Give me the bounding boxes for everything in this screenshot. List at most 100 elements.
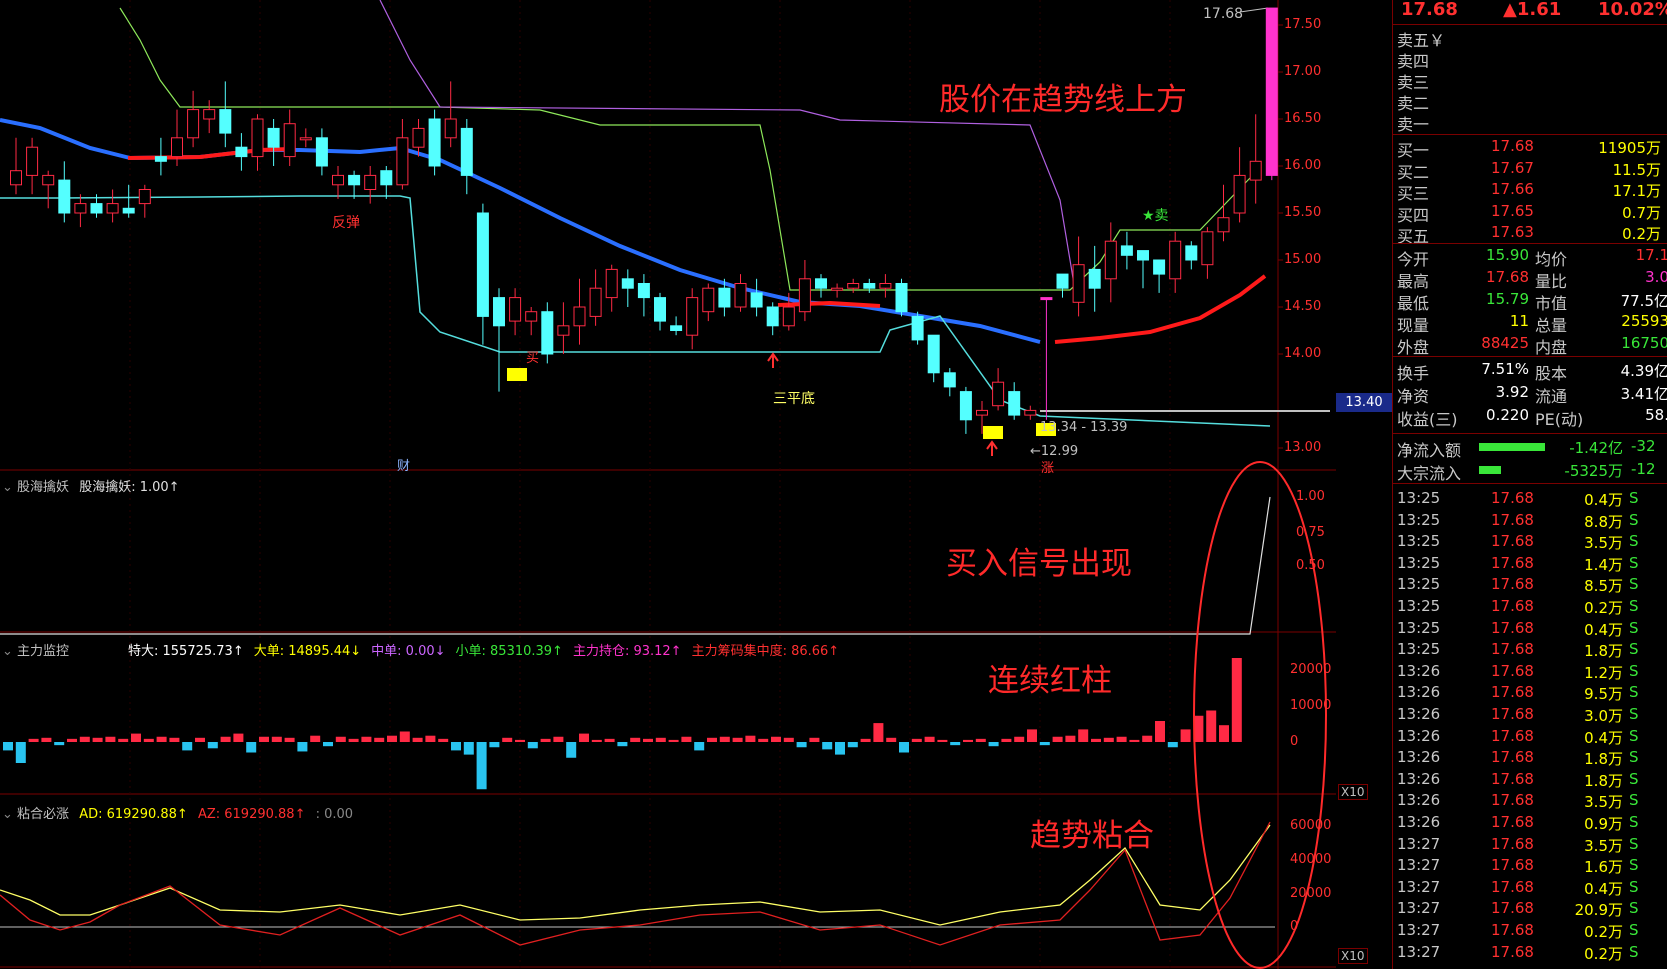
tick-row[interactable]: 13:26 17.68 0.9万 S [1393,813,1667,834]
tick-side: S [1629,553,1639,572]
candle-body [1201,231,1214,266]
collapse-icon[interactable]: ⌄ [2,644,13,659]
panel4-header[interactable]: ⌄ 粘合必涨 AD: 619290.88↑ AZ: 619290.88↑ : 0… [2,803,353,822]
tick-row[interactable]: 13:25 17.68 0.4万 S [1393,619,1667,640]
main-force-bar [182,742,193,751]
tick-row[interactable]: 13:27 17.68 3.5万 S [1393,835,1667,856]
tick-time: 13:25 [1397,597,1441,615]
tick-volume: 0.4万 [1584,728,1623,747]
panel4-ad: AD: 619290.88↑ [79,807,188,822]
y-tick-label: 13.00 [1284,440,1322,455]
main-force-bar [233,733,244,742]
candle-body [879,283,892,289]
tick-price: 17.68 [1491,489,1534,507]
sell-label: ★卖 [1142,208,1169,224]
tick-row[interactable]: 13:26 17.68 1.8万 S [1393,748,1667,769]
candle-body [509,297,522,322]
candle-body [380,170,393,186]
candle-body [10,170,22,186]
tick-volume: 3.5万 [1584,836,1623,855]
tick-price: 17.68 [1491,597,1534,615]
tick-row[interactable]: 13:25 17.68 8.8万 S [1393,511,1667,532]
panel3-header[interactable]: ⌄ 主力监控 [2,640,69,659]
panel2-formula: 股海擒妖: 1.00↑ [79,480,180,495]
y-tick-label: 0 [1290,734,1299,749]
tick-row[interactable]: 13:25 17.68 1.8万 S [1393,640,1667,661]
tick-price: 17.68 [1491,640,1534,659]
candle-body [782,306,795,327]
y-tick-label: 16.50 [1284,111,1322,126]
candle-body [766,306,779,327]
candle-body [219,109,232,134]
main-force-bar [1206,710,1217,742]
main-force-bar [1014,736,1025,742]
tick-row[interactable]: 13:25 17.68 0.4万 S [1393,489,1667,510]
tick-price: 17.68 [1491,834,1534,853]
tick-row[interactable]: 13:25 17.68 3.5万 S [1393,532,1667,553]
tick-row[interactable]: 13:26 17.68 3.5万 S [1393,791,1667,812]
stat-value: 11 [1509,312,1529,330]
rise-label: 涨 [1041,461,1055,476]
tick-side: S [1629,532,1639,551]
quote-panel: 17.68 ▲1.61 10.02% 卖五￥ 卖四 卖三 卖二 卖一 买一 17.68 11… [1392,0,1667,969]
tick-row[interactable]: 13:25 17.68 0.2万 S [1393,597,1667,618]
tick-row[interactable]: 13:27 17.68 0.2万 S [1393,921,1667,942]
y-tick-label: 14.50 [1284,299,1322,314]
tick-row[interactable]: 13:26 17.68 9.5万 S [1393,683,1667,704]
stat-value: 17.1 [1635,246,1667,264]
tick-side: S [1629,942,1639,961]
tick-row[interactable]: 13:26 17.68 3.0万 S [1393,705,1667,726]
stat-value: 3.0 [1645,268,1667,286]
bid-level-price: 17.67 [1491,158,1534,177]
candle-body [171,137,183,158]
candle-body [927,334,940,374]
main-force-bar [1219,725,1229,742]
tick-volume: 1.6万 [1584,858,1623,877]
candle-body [138,189,151,205]
main-force-bar [719,736,730,742]
main-force-bar [937,739,948,742]
tick-side: S [1629,877,1639,896]
quote-header: 17.68 ▲1.61 10.02% [1393,0,1667,22]
bid-level-label: 买三 [1397,184,1430,203]
y-tick-label: 60000 [1290,818,1332,833]
tick-volume: 1.8万 [1584,771,1623,790]
tick-time: 13:25 [1397,618,1441,637]
tick-side: S [1629,661,1639,680]
candle-body [493,297,505,327]
tick-side: S [1629,899,1639,918]
stat-value: 16750 [1621,334,1667,352]
tick-row[interactable]: 13:25 17.68 1.4万 S [1393,554,1667,575]
main-force-bar [963,739,973,742]
main-force-bar [335,736,346,742]
bid-level-label: 买一 [1397,141,1430,160]
tick-row[interactable]: 13:27 17.68 0.4万 S [1393,878,1667,899]
candle-body [895,283,908,313]
tick-side: S [1629,921,1639,939]
tick-row[interactable]: 13:27 17.68 20.9万 S [1393,899,1667,920]
tick-row[interactable]: 13:26 17.68 1.2万 S [1393,662,1667,683]
tick-row[interactable]: 13:27 17.68 0.2万 S [1393,943,1667,964]
tick-volume: 8.8万 [1584,512,1623,531]
tick-row[interactable]: 13:27 17.68 1.6万 S [1393,856,1667,877]
candle-body [1233,174,1246,214]
tick-row[interactable]: 13:26 17.68 1.8万 S [1393,770,1667,791]
candle-body [1137,250,1149,261]
candle-body [122,207,135,214]
main-force-bar [297,742,308,752]
range-label: 13.34 - 13.39 [1040,420,1128,435]
main-force-bar [156,736,167,742]
tick-row[interactable]: 13:26 17.68 0.4万 S [1393,727,1667,748]
price-cursor-label: 13.40 [1336,393,1392,412]
tick-price: 17.68 [1491,532,1534,551]
candle-body [348,174,361,186]
main-force-bar [15,742,26,763]
collapse-icon[interactable]: ⌄ [2,807,13,822]
main-force-bar [451,742,461,751]
panel2-header[interactable]: ⌄ 股海擒妖 股海擒妖: 1.00↑ [2,476,180,495]
collapse-icon[interactable]: ⌄ [2,480,13,495]
main-force-bar [1116,736,1127,742]
tick-side: S [1629,769,1639,788]
tick-row[interactable]: 13:25 17.68 8.5万 S [1393,575,1667,596]
flow-value-2: -12 [1631,460,1656,478]
